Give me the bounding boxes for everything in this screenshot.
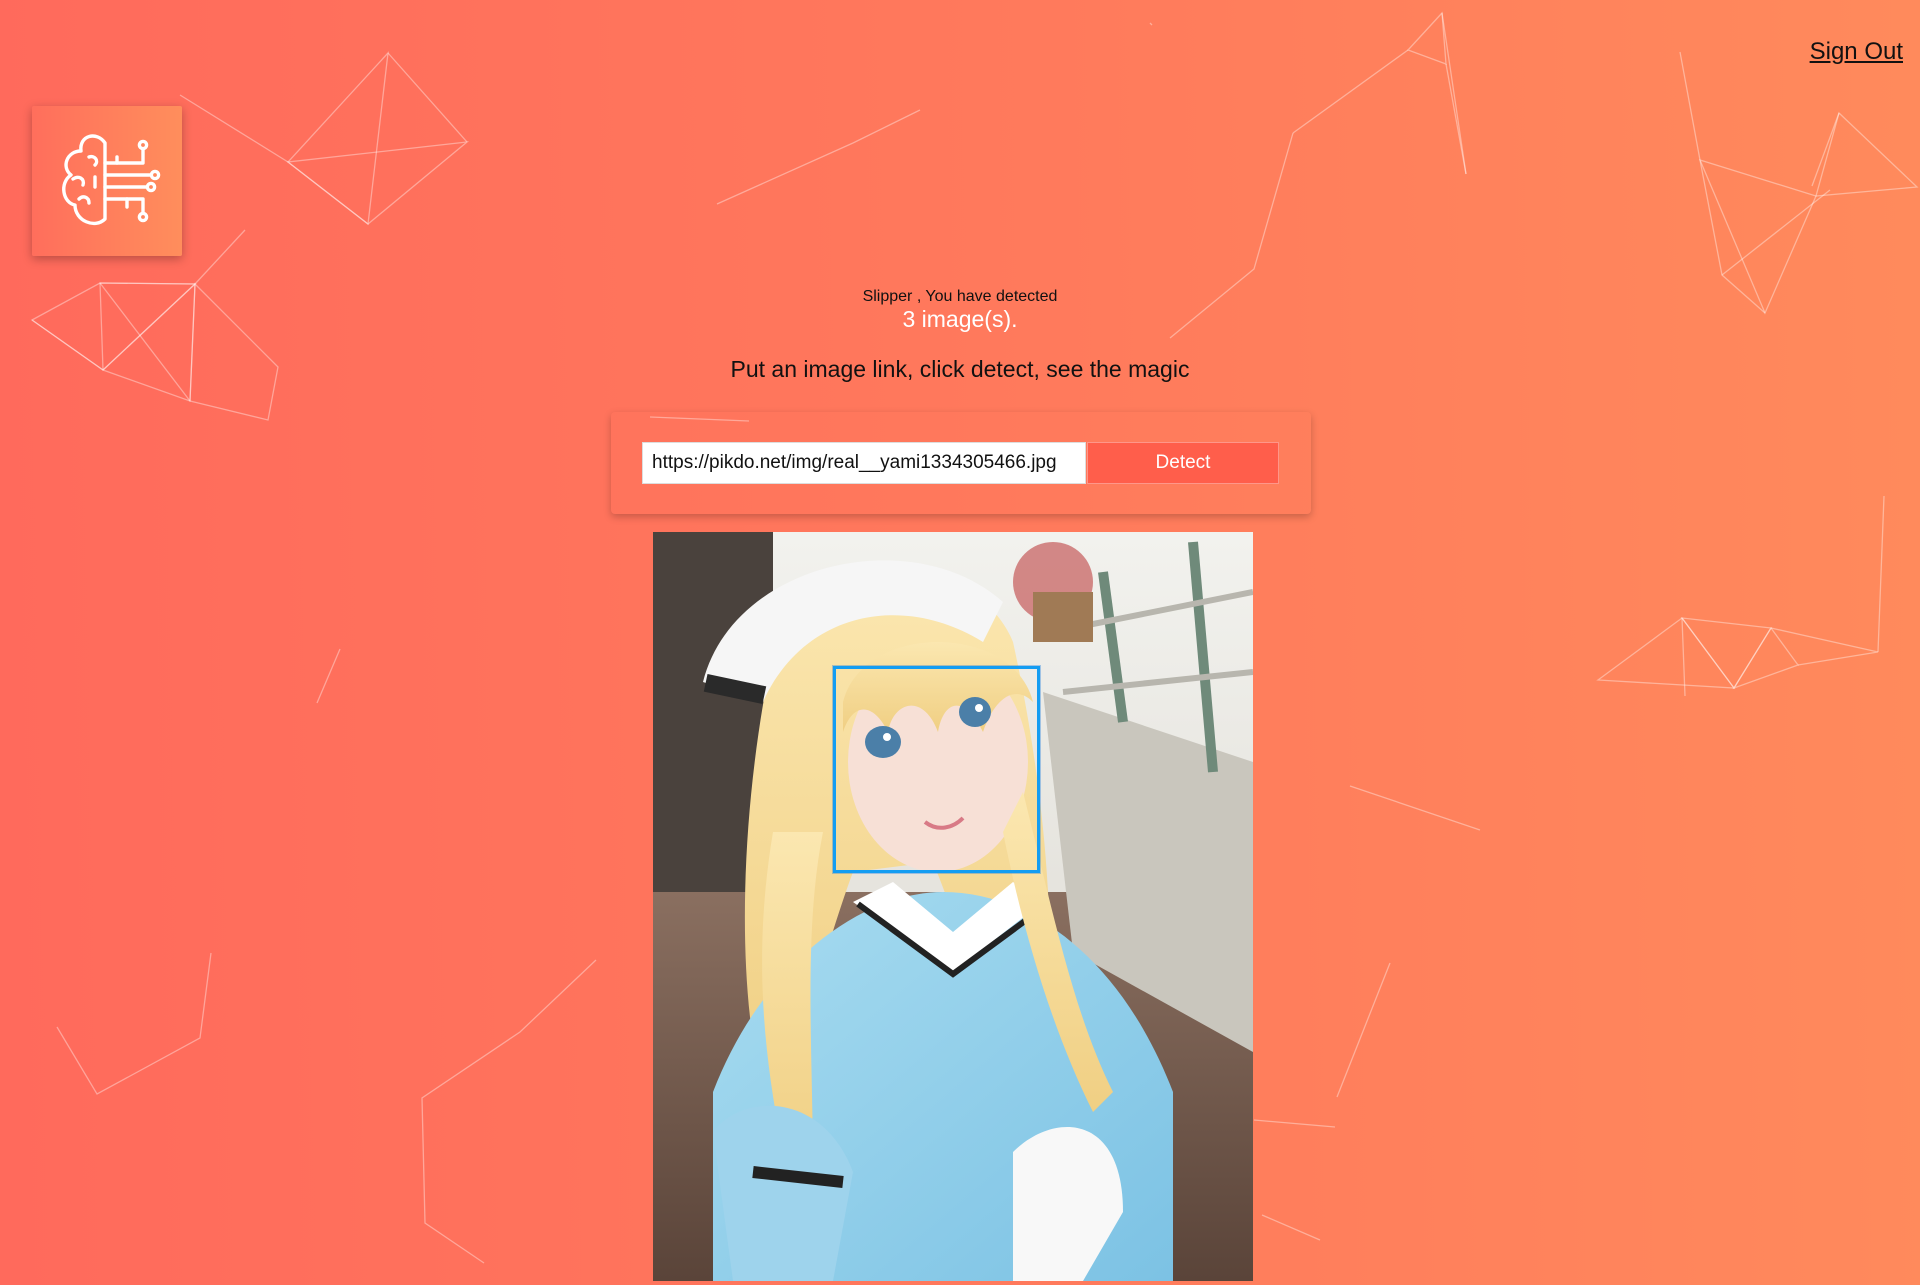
- app-logo: [32, 106, 182, 256]
- image-url-input[interactable]: [642, 442, 1086, 484]
- detected-photo: [653, 532, 1253, 1281]
- detect-button[interactable]: Detect: [1087, 442, 1279, 484]
- sign-out-link[interactable]: Sign Out: [1810, 38, 1903, 66]
- face-bounding-box: [833, 666, 1040, 873]
- image-link-form: Detect: [611, 412, 1311, 514]
- detection-greeting: Slipper , You have detected: [862, 288, 1058, 305]
- brain-circuit-icon: [62, 134, 161, 225]
- detection-count: 3 image(s).: [902, 306, 1018, 332]
- instructions-tagline: Put an image link, click detect, see the…: [730, 356, 1190, 382]
- detected-image-container: [653, 532, 1253, 1281]
